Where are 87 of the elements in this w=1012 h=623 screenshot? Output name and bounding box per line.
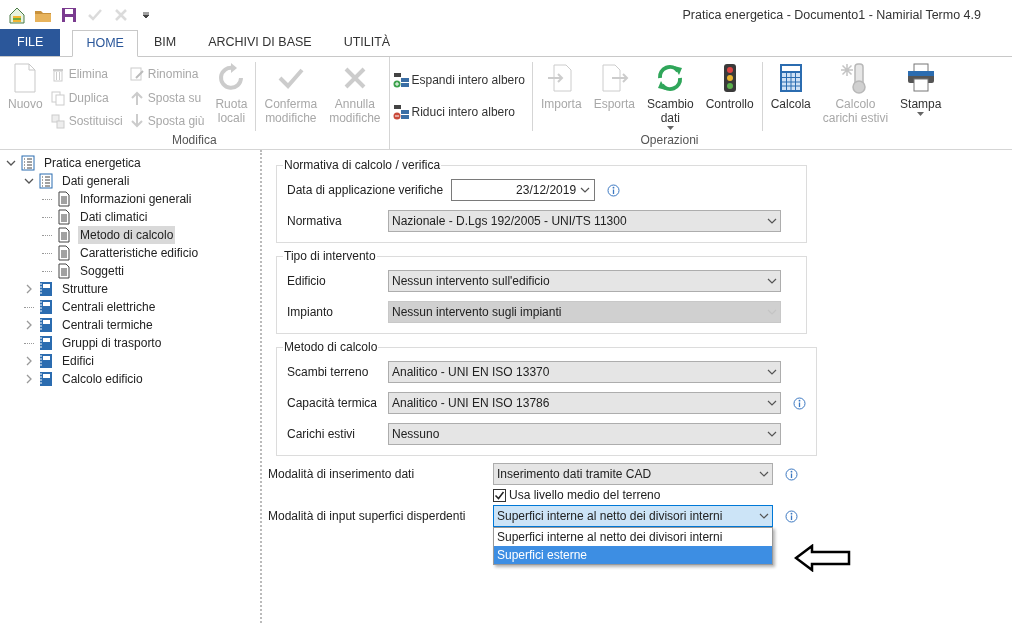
document-icon xyxy=(56,191,72,207)
ribbon-tab[interactable]: ARCHIVI DI BASE xyxy=(192,29,328,56)
document-icon xyxy=(56,209,72,225)
dropdown[interactable]: Inserimento dati tramite CAD xyxy=(493,463,773,485)
ribbon-button[interactable]: Espandi intero albero xyxy=(392,70,529,90)
ribbon-tab[interactable]: HOME xyxy=(72,30,138,57)
arrow-down-icon xyxy=(128,113,145,130)
expand-tree-icon xyxy=(392,72,409,88)
ribbon-tab[interactable]: FILE xyxy=(0,29,61,56)
field-label: Normativa xyxy=(287,213,343,230)
rename-icon xyxy=(128,65,145,82)
field-label: Edificio xyxy=(287,273,327,290)
ribbon-tab[interactable]: BIM xyxy=(137,29,193,56)
tree-item[interactable]: Centrali elettriche xyxy=(60,298,158,316)
chevron-down-icon xyxy=(767,216,777,226)
dropdown-option[interactable]: Superfici interne al netto dei divisori interni xyxy=(494,528,772,546)
home-icon[interactable] xyxy=(8,6,26,24)
chevron-down-icon xyxy=(580,185,591,195)
tree-item[interactable]: Dati generali xyxy=(60,172,132,190)
field-label: Data di applicazione verifiche xyxy=(287,182,444,199)
document-icon xyxy=(56,227,72,243)
ribbon-button[interactable]: Controllo xyxy=(700,62,759,131)
date-picker[interactable]: 23/12/2019 xyxy=(451,179,596,201)
chevron-down-icon xyxy=(767,429,777,439)
field-label: Scambi terreno xyxy=(287,364,370,381)
group-label: Operazioni xyxy=(639,133,700,147)
tree-item[interactable]: Calcolo edificio xyxy=(60,370,145,388)
ribbon-button[interactable]: Calcola xyxy=(765,62,816,131)
ribbon-tab[interactable]: UTILITÀ xyxy=(327,29,407,56)
tree-item[interactable]: Edifici xyxy=(60,352,96,370)
tree-item[interactable]: Pratica energetica xyxy=(42,154,143,172)
chevron-down-icon xyxy=(767,398,777,408)
field-label: Carichi estivi xyxy=(287,426,356,443)
chevron-right-icon[interactable] xyxy=(24,374,34,384)
chevron-right-icon[interactable] xyxy=(24,284,34,294)
window-title: Pratica energetica - Documento1 - Namirial Termo 4.9 xyxy=(682,6,981,24)
replace-icon xyxy=(49,113,66,130)
dropdown[interactable]: Analitico - UNI EN ISO 13786 xyxy=(388,392,781,414)
tree-item[interactable]: Gruppi di trasporto xyxy=(60,334,164,352)
field-label: Modalità di inserimento dati xyxy=(268,466,416,483)
tree-item[interactable]: Informazioni generali xyxy=(78,190,194,208)
binder-icon xyxy=(38,281,54,297)
binder-icon xyxy=(38,335,54,351)
field-label: Capacità termica xyxy=(287,395,379,412)
dropdown[interactable]: Nessun intervento sull'edificio xyxy=(388,270,781,292)
dropdown[interactable]: Nessuno xyxy=(388,423,781,445)
list-icon xyxy=(38,173,54,189)
chevron-down-icon xyxy=(759,511,769,521)
ribbon-button[interactable]: Stampa xyxy=(895,62,947,131)
field-label: Impianto xyxy=(287,304,335,321)
tree-item[interactable]: Dati climatici xyxy=(78,208,150,226)
binder-icon xyxy=(38,371,54,387)
dropdown[interactable]: Superfici interne al netto dei divisori interni xyxy=(493,505,773,527)
document-icon xyxy=(56,245,72,261)
arrow-icon xyxy=(794,544,852,572)
field-label: Modalità di input superfici disperdenti xyxy=(268,508,467,525)
chevron-down-icon[interactable] xyxy=(24,176,34,186)
binder-icon xyxy=(38,317,54,333)
collapse-tree-icon xyxy=(392,104,409,120)
tree-item[interactable]: Centrali termiche xyxy=(60,316,155,334)
chevron-down-icon[interactable] xyxy=(6,158,16,168)
checkbox-label: Usa livello medio del terreno xyxy=(509,487,661,504)
chevron-right-icon[interactable] xyxy=(24,356,34,366)
group-title: Metodo di calcolo xyxy=(283,339,379,356)
dropdown[interactable]: Nazionale - D.Lgs 192/2005 - UNI/TS 11300 xyxy=(388,210,781,232)
chevron-down-icon xyxy=(767,276,777,286)
chevron-right-icon[interactable] xyxy=(24,320,34,330)
list-icon xyxy=(20,155,36,171)
customize-caret-icon xyxy=(142,11,150,19)
tree-item[interactable]: Metodo di calcolo xyxy=(78,226,176,244)
checkbox[interactable] xyxy=(493,488,506,502)
tree-item[interactable]: Soggetti xyxy=(78,262,127,280)
save-icon[interactable] xyxy=(60,6,78,24)
binder-icon xyxy=(38,299,54,315)
dropdown[interactable]: Analitico - UNI EN ISO 13370 xyxy=(388,361,781,383)
document-icon xyxy=(56,263,72,279)
group-title: Normativa di calcolo / verifica xyxy=(283,157,442,174)
group-title: Tipo di intervento xyxy=(283,248,377,265)
binder-icon xyxy=(38,353,54,369)
tree-item[interactable]: Strutture xyxy=(60,280,111,298)
ribbon-button[interactable]: Riduci intero albero xyxy=(392,102,529,122)
tree-item[interactable]: Caratteristiche edificio xyxy=(78,244,201,262)
duplicate-icon xyxy=(49,89,66,106)
ribbon-button[interactable]: Scambio dati xyxy=(642,62,699,131)
chevron-down-icon xyxy=(767,367,777,377)
chevron-down-icon xyxy=(759,469,769,479)
group-label: Modifica xyxy=(170,133,218,147)
